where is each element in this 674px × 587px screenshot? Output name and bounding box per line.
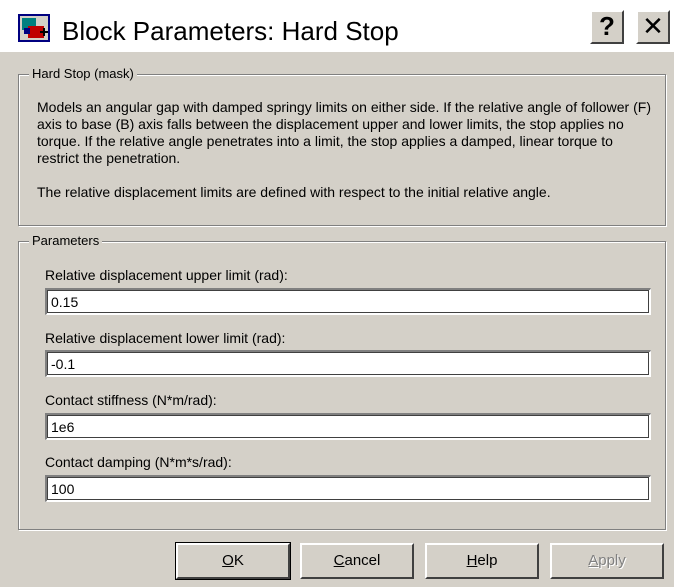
mask-description: Models an angular gap with damped spring… <box>37 99 652 218</box>
cancel-label-rest: ancel <box>344 552 381 569</box>
contact-stiffness-label: Contact stiffness (N*m/rad): <box>45 392 217 408</box>
description-note: The relative displacement limits are def… <box>37 184 551 200</box>
contact-damping-input[interactable] <box>45 475 651 502</box>
apply-label-rest: pply <box>598 552 626 569</box>
help-label-rest: elp <box>477 552 498 569</box>
help-mnemonic: H <box>466 552 478 569</box>
help-button[interactable]: Help <box>425 543 539 579</box>
block-parameters-dialog: Block Parameters: Hard Stop ? ✕ Hard Sto… <box>0 0 674 587</box>
cancel-button[interactable]: Cancel <box>300 543 414 579</box>
window-title: Block Parameters: Hard Stop <box>62 16 399 46</box>
mask-description-group: Hard Stop (mask) Models an angular gap w… <box>18 66 666 226</box>
contact-damping-label: Contact damping (N*m*s/rad): <box>45 454 232 470</box>
close-icon[interactable]: ✕ <box>636 10 670 44</box>
help-question-icon[interactable]: ? <box>590 10 624 44</box>
ok-button[interactable]: OK <box>175 542 291 580</box>
ok-mnemonic: O <box>222 552 234 569</box>
ok-label-rest: K <box>233 552 244 569</box>
upper-limit-label: Relative displacement upper limit (rad): <box>45 267 288 283</box>
lower-limit-label: Relative displacement lower limit (rad): <box>45 330 286 346</box>
parameters-group-title: Parameters <box>29 233 103 248</box>
upper-limit-input[interactable] <box>45 288 651 315</box>
mask-group-title: Hard Stop (mask) <box>29 66 137 81</box>
simulink-block-icon <box>18 14 50 42</box>
cancel-mnemonic: C <box>333 552 345 569</box>
apply-mnemonic: A <box>588 552 599 569</box>
description-text: Models an angular gap with damped spring… <box>37 99 651 166</box>
parameters-group: Parameters Relative displacement upper l… <box>18 233 666 530</box>
contact-stiffness-input[interactable] <box>45 413 651 440</box>
apply-button[interactable]: Apply <box>550 543 664 579</box>
lower-limit-input[interactable] <box>45 350 651 377</box>
title-bar: Block Parameters: Hard Stop ? ✕ <box>0 0 674 52</box>
